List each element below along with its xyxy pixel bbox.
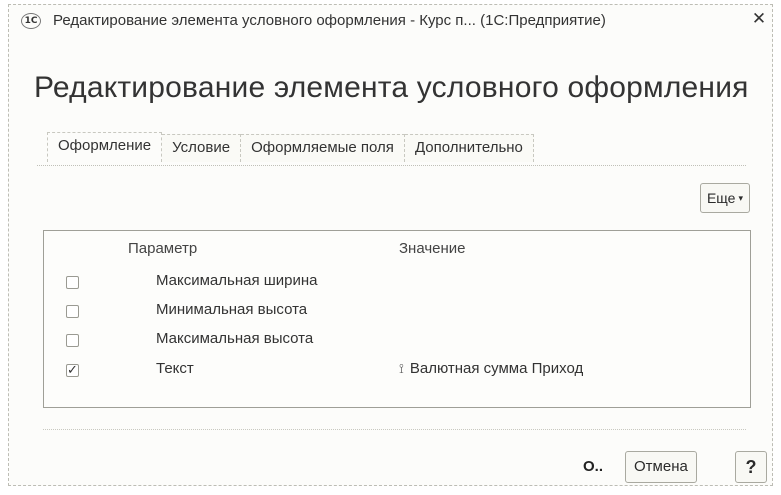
tab-additional[interactable]: Дополнительно bbox=[404, 134, 534, 162]
app-logo-icon: 1С bbox=[21, 13, 41, 29]
close-button[interactable]: ✕ bbox=[750, 10, 768, 28]
param-name: Минимальная высота bbox=[156, 301, 308, 318]
table-row[interactable]: Максимальная высота bbox=[44, 330, 750, 358]
divider bbox=[43, 429, 746, 430]
help-button[interactable]: ? bbox=[735, 451, 767, 483]
chevron-down-icon: ▾ bbox=[738, 193, 743, 203]
row-checkbox-checked[interactable]: ✓ bbox=[66, 364, 79, 377]
param-name: Текст bbox=[156, 360, 194, 377]
row-checkbox[interactable] bbox=[66, 334, 79, 347]
param-value-text: Валютная сумма Приход bbox=[409, 360, 584, 377]
field-icon: ⟟ bbox=[399, 361, 404, 376]
column-header-value: Значение bbox=[399, 240, 466, 257]
more-button[interactable]: Еще ▾ bbox=[699, 183, 750, 213]
page-title: Редактирование элемента условного оформл… bbox=[34, 71, 749, 104]
parameters-table: Параметр Значение Максимальная ширина Ми… bbox=[43, 230, 751, 408]
cancel-button[interactable]: Отмена bbox=[625, 451, 697, 483]
dialog-window: 1С Редактирование элемента условного офо… bbox=[8, 4, 773, 486]
more-button-label: Еще bbox=[706, 190, 736, 206]
param-name: Максимальная ширина bbox=[156, 272, 318, 289]
tab-condition[interactable]: Условие bbox=[162, 134, 242, 162]
row-checkbox[interactable] bbox=[66, 276, 79, 289]
title-bar: 1С Редактирование элемента условного офо… bbox=[9, 5, 772, 35]
tab-bar: Оформление Условие Оформляемые поля Допо… bbox=[47, 132, 534, 162]
param-value[interactable]: ⟟ Валютная сумма Приход bbox=[399, 360, 583, 377]
table-row[interactable]: Минимальная высота bbox=[44, 301, 750, 329]
tab-appearance[interactable]: Оформление bbox=[47, 132, 163, 162]
tab-formatted-fields[interactable]: Оформляемые поля bbox=[241, 134, 405, 162]
table-row[interactable]: ✓ Текст ⟟ Валютная сумма Приход bbox=[44, 360, 750, 388]
ok-button[interactable]: О.. bbox=[583, 458, 603, 475]
table-row[interactable]: Максимальная ширина bbox=[44, 272, 750, 300]
tab-panel-divider bbox=[37, 165, 746, 166]
param-name: Максимальная высота bbox=[156, 330, 314, 347]
window-title: Редактирование элемента условного оформл… bbox=[53, 12, 606, 29]
row-checkbox[interactable] bbox=[66, 305, 79, 318]
column-header-parameter: Параметр bbox=[128, 240, 198, 257]
